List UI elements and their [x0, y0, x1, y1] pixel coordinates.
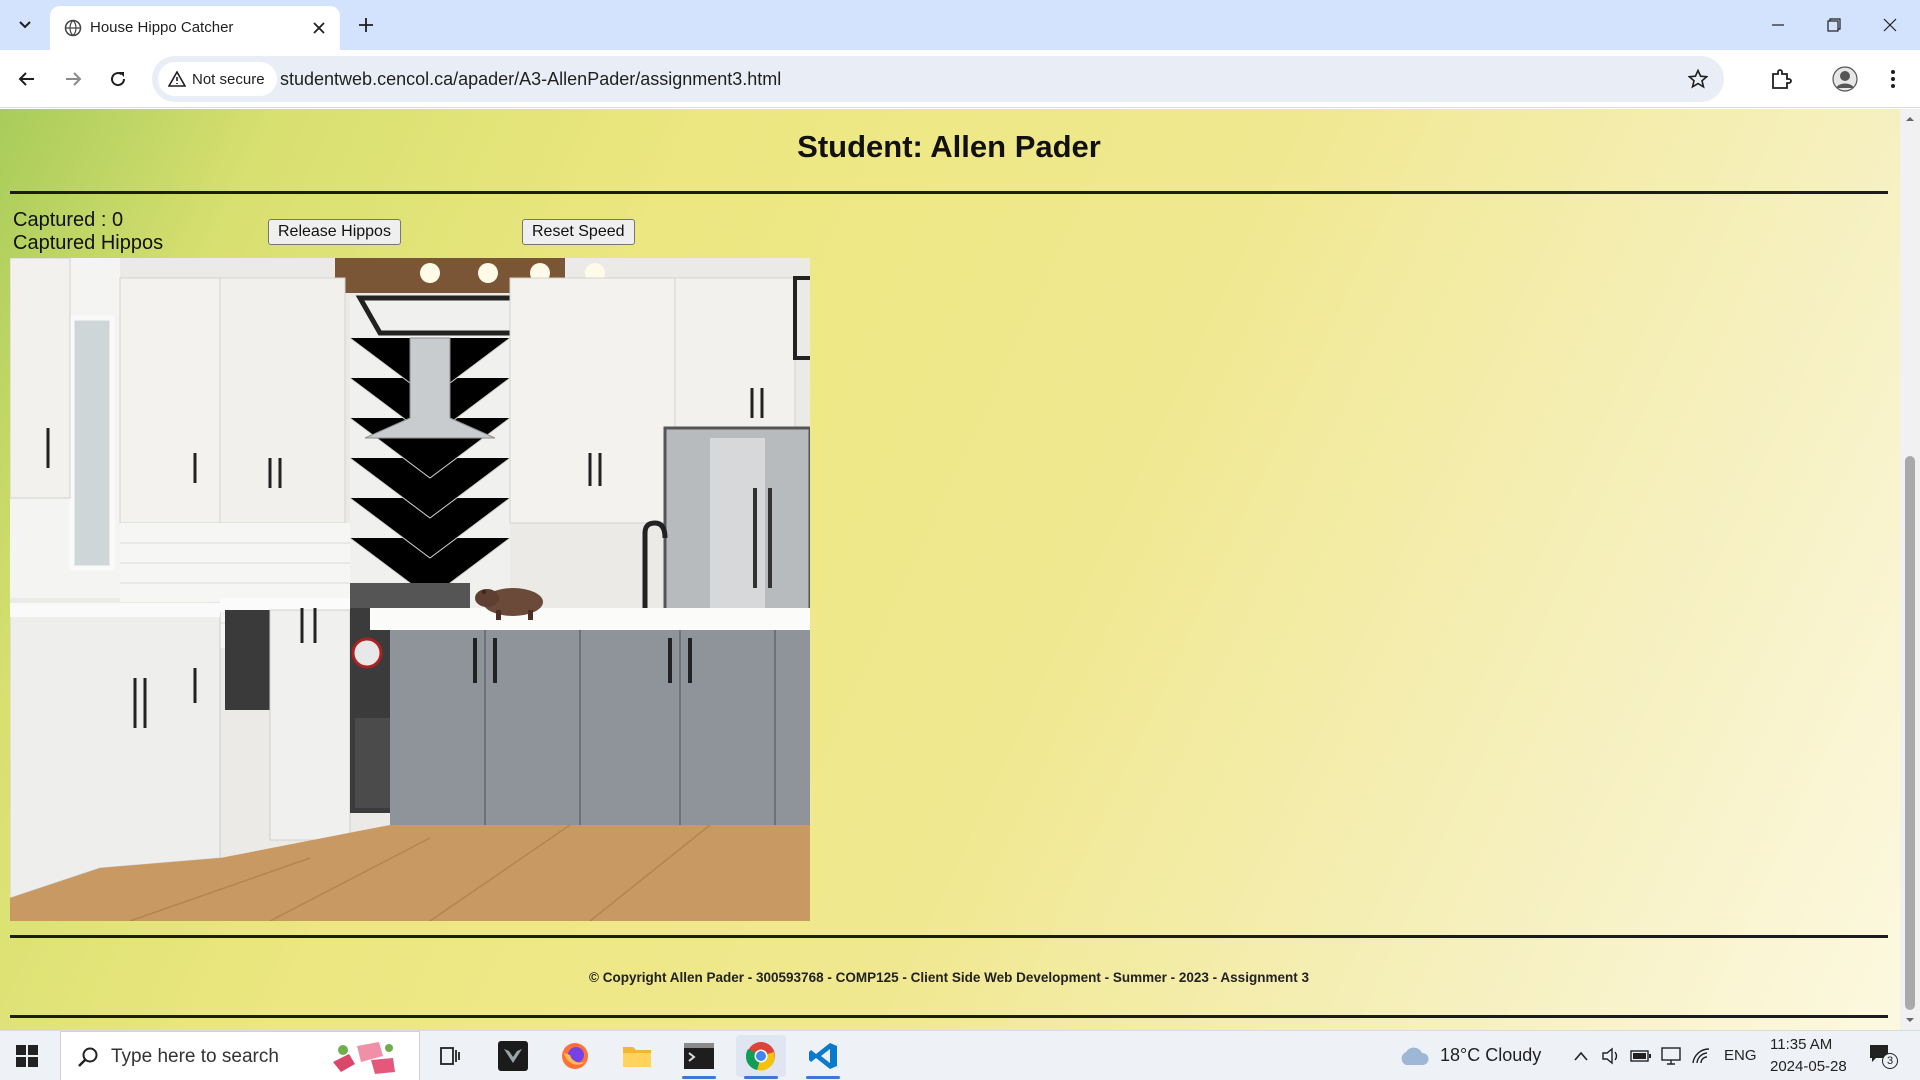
weather-text[interactable]: 18°C Cloudy — [1440, 1045, 1541, 1066]
top-divider — [10, 191, 1888, 194]
chrome-icon — [746, 1042, 775, 1071]
battery-button[interactable] — [1630, 1045, 1652, 1067]
windows-logo-icon — [16, 1045, 38, 1067]
restore-icon — [1827, 18, 1841, 32]
browser-toolbar: Not secure studentweb.cencol.ca/apader/A… — [0, 50, 1920, 108]
taskbar-search-box[interactable]: Type here to search — [60, 1031, 420, 1080]
menu-button[interactable] — [1878, 64, 1908, 94]
captured-hippos-label: Captured Hippos — [13, 232, 164, 254]
globe-icon — [64, 19, 82, 37]
taskbar-app-chrome[interactable] — [736, 1035, 786, 1079]
wifi-icon — [1692, 1048, 1710, 1064]
chevron-up-icon — [1574, 1051, 1588, 1061]
warning-icon — [168, 71, 186, 87]
wifi-button[interactable] — [1690, 1045, 1712, 1067]
puzzle-icon — [1772, 69, 1792, 89]
scroll-down-icon[interactable] — [1900, 1012, 1920, 1028]
taskbar-app-file-explorer[interactable] — [612, 1035, 662, 1077]
extensions-button[interactable] — [1766, 64, 1796, 94]
reset-speed-button[interactable]: Reset Speed — [522, 219, 635, 245]
page-viewport: Student: Allen Pader Captured : 0 Captur… — [0, 109, 1920, 1030]
search-placeholder: Type here to search — [111, 1046, 279, 1067]
task-view-icon — [440, 1047, 460, 1065]
avatar-icon — [1832, 66, 1858, 92]
page-title: Student: Allen Pader — [797, 129, 1101, 164]
cloud-icon — [1401, 1047, 1429, 1065]
monitor-icon — [1661, 1047, 1681, 1065]
clock-date[interactable]: 2024-05-28 — [1770, 1058, 1847, 1075]
release-hippos-button[interactable]: Release Hippos — [268, 219, 401, 245]
vertical-scrollbar[interactable] — [1900, 109, 1920, 1030]
battery-icon — [1630, 1050, 1651, 1062]
vscode-icon — [809, 1043, 837, 1069]
chevron-down-icon — [19, 21, 31, 29]
scroll-up-icon[interactable] — [1900, 111, 1920, 127]
close-icon — [313, 22, 325, 34]
arrow-left-icon — [18, 72, 34, 86]
new-tab-button[interactable] — [352, 11, 380, 39]
close-icon — [1883, 18, 1897, 32]
volume-button[interactable] — [1600, 1045, 1622, 1067]
folder-icon — [623, 1047, 651, 1067]
tab-close-button[interactable] — [308, 17, 330, 39]
search-icon — [78, 1047, 98, 1067]
star-icon — [1688, 69, 1708, 89]
profile-button[interactable] — [1830, 64, 1860, 94]
kebab-menu-icon — [1891, 70, 1895, 88]
bookmark-button[interactable] — [1684, 65, 1712, 93]
footer-divider — [10, 1015, 1888, 1018]
show-hidden-icons-button[interactable] — [1570, 1045, 1592, 1067]
tab-search-button[interactable] — [10, 10, 40, 40]
security-chip[interactable]: Not secure — [158, 62, 277, 96]
reload-icon — [111, 72, 126, 87]
start-button[interactable] — [12, 1041, 42, 1071]
back-button[interactable] — [12, 64, 42, 94]
kitchen-game-area[interactable] — [10, 258, 810, 921]
restore-button[interactable] — [1806, 0, 1862, 50]
captured-count: Captured : 0 — [13, 209, 124, 231]
candy-icon — [333, 1042, 395, 1074]
minimize-icon — [1772, 24, 1784, 26]
security-label: Not secure — [192, 70, 265, 88]
network-monitor-button[interactable] — [1660, 1045, 1682, 1067]
scrollbar-thumb[interactable] — [1905, 456, 1915, 1010]
language-indicator[interactable]: ENG — [1724, 1047, 1757, 1064]
clock-time[interactable]: 11:35 AM — [1770, 1036, 1832, 1053]
bottom-divider — [10, 935, 1888, 938]
browser-tab-strip: House Hippo Catcher — [0, 0, 1920, 50]
reload-button[interactable] — [103, 64, 133, 94]
firefox-icon — [562, 1043, 588, 1069]
browser-tab[interactable]: House Hippo Catcher — [50, 6, 340, 50]
plus-icon — [359, 18, 373, 32]
tab-title: House Hippo Catcher — [90, 19, 234, 36]
notifications-button[interactable]: 3 — [1868, 1043, 1898, 1069]
taskbar-app-terminal[interactable] — [674, 1035, 724, 1079]
active-indicator — [806, 1076, 840, 1079]
notification-count-badge: 3 — [1882, 1053, 1898, 1069]
forward-button[interactable] — [58, 64, 88, 94]
task-view-button[interactable] — [424, 1035, 474, 1077]
url-text[interactable]: studentweb.cencol.ca/apader/A3-AllenPade… — [280, 69, 781, 90]
terminal-icon — [684, 1043, 714, 1069]
arrow-right-icon — [66, 72, 82, 86]
close-window-button[interactable] — [1862, 0, 1918, 50]
copyright-footer: © Copyright Allen Pader - 300593768 - CO… — [589, 970, 1309, 985]
minimize-button[interactable] — [1750, 0, 1806, 50]
active-indicator — [682, 1076, 716, 1079]
taskbar-app-gaming[interactable] — [488, 1035, 538, 1077]
taskbar-app-firefox[interactable] — [550, 1035, 600, 1077]
windows-taskbar: Type here to search 18°C Cloudy ENG 11:3… — [0, 1030, 1920, 1080]
active-indicator — [744, 1076, 778, 1079]
address-bar[interactable]: Not secure studentweb.cencol.ca/apader/A… — [152, 56, 1724, 102]
predator-app-icon — [498, 1041, 528, 1071]
taskbar-app-vscode[interactable] — [798, 1035, 848, 1079]
speaker-icon — [1602, 1047, 1618, 1065]
